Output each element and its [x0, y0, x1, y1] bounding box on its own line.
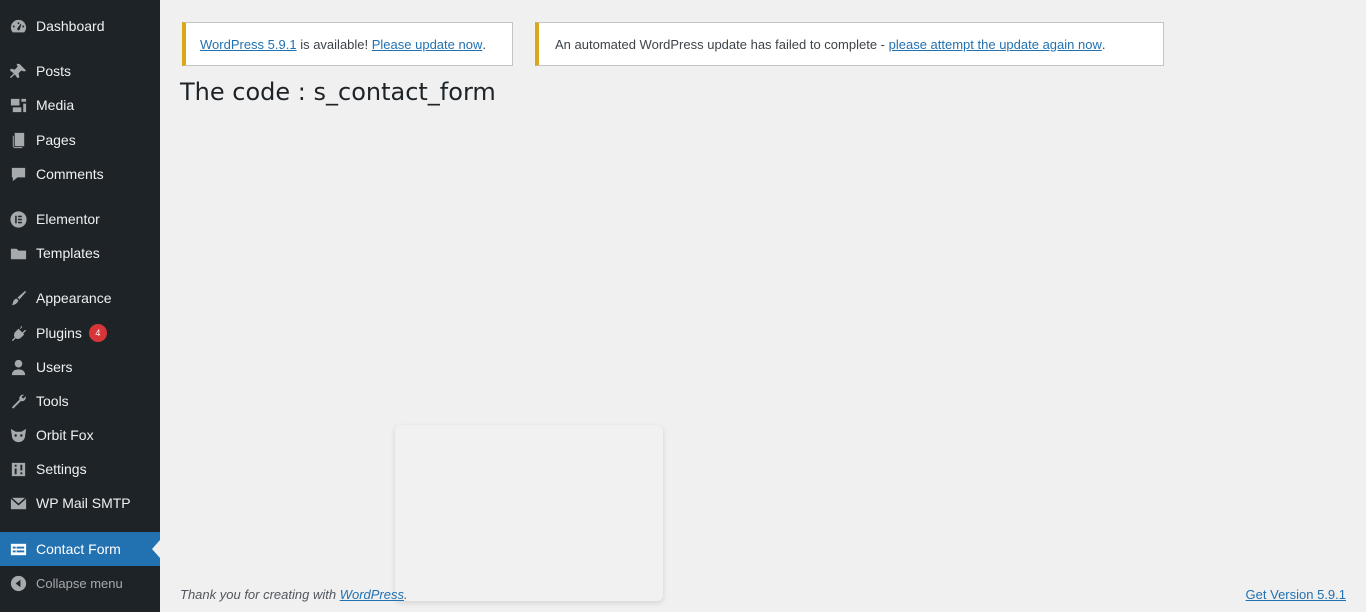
sidebar-item-label: Posts — [36, 63, 72, 79]
page-title: The code : s_contact_form — [180, 78, 496, 106]
sidebar-item-templates[interactable]: Templates — [0, 236, 160, 270]
attempt-update-again-link[interactable]: please attempt the update again now — [889, 37, 1102, 52]
settings-icon — [0, 452, 36, 486]
sidebar-item-comments[interactable]: Comments — [0, 157, 160, 191]
dashboard-icon — [0, 9, 36, 43]
sidebar-item-label: Orbit Fox — [36, 427, 94, 443]
pushpin-icon — [0, 54, 36, 88]
footer-thanks-text: Thank you for creating with — [180, 587, 340, 602]
admin-sidebar: Dashboard Posts Media Pages Comments Ele… — [0, 0, 160, 612]
plugin-icon — [0, 316, 36, 350]
sidebar-item-elementor[interactable]: Elementor — [0, 202, 160, 236]
media-icon — [0, 88, 36, 122]
please-update-now-link[interactable]: Please update now — [372, 37, 483, 52]
sidebar-item-label: Dashboard — [36, 18, 105, 34]
notice-period: . — [482, 36, 486, 52]
paintbrush-icon — [0, 281, 36, 315]
collapse-arrow-icon — [0, 566, 36, 600]
wrench-icon — [0, 384, 36, 418]
sidebar-item-label: Plugins — [36, 325, 82, 341]
sidebar-item-settings[interactable]: Settings — [0, 452, 160, 486]
sidebar-item-label: Media — [36, 97, 75, 113]
elementor-icon — [0, 202, 36, 236]
fox-icon — [0, 418, 36, 452]
update-available-notice: WordPress 5.9.1 is available! Please upd… — [182, 22, 513, 66]
sidebar-item-label: Contact Form — [36, 541, 121, 557]
update-failed-notice: An automated WordPress update has failed… — [535, 22, 1164, 66]
footer-period: . — [404, 587, 408, 602]
sidebar-item-plugins[interactable]: Plugins 4 — [0, 316, 160, 350]
footer-thanks: Thank you for creating with WordPress. — [180, 587, 408, 602]
sidebar-item-wp-mail-smtp[interactable]: WP Mail SMTP — [0, 486, 160, 520]
sidebar-item-media[interactable]: Media — [0, 88, 160, 122]
sidebar-item-label: WP Mail SMTP — [36, 495, 131, 511]
notice-text: is available! — [296, 36, 372, 52]
sidebar-item-label: Comments — [36, 166, 104, 182]
form-icon — [0, 532, 36, 566]
sidebar-item-dashboard[interactable]: Dashboard — [0, 9, 160, 43]
sidebar-item-label: Tools — [36, 393, 69, 409]
sidebar-item-label: Appearance — [36, 290, 112, 306]
folder-icon — [0, 236, 36, 270]
sidebar-item-label: Collapse menu — [36, 575, 123, 591]
wordpress-version-link[interactable]: WordPress 5.9.1 — [200, 37, 297, 52]
pages-icon — [0, 123, 36, 157]
mail-icon — [0, 486, 36, 520]
sidebar-item-appearance[interactable]: Appearance — [0, 281, 160, 315]
wordpress-footer-link[interactable]: WordPress — [340, 587, 404, 602]
get-version-link[interactable]: Get Version 5.9.1 — [1246, 587, 1346, 602]
sidebar-item-posts[interactable]: Posts — [0, 54, 160, 88]
sidebar-item-users[interactable]: Users — [0, 350, 160, 384]
plugin-update-count-badge: 4 — [88, 324, 107, 342]
collapse-menu-button[interactable]: Collapse menu — [0, 566, 160, 600]
sidebar-item-label: Pages — [36, 132, 76, 148]
notice-period: . — [1101, 36, 1106, 52]
comment-icon — [0, 157, 36, 191]
sidebar-item-contact-form[interactable]: Contact Form — [0, 532, 160, 566]
sidebar-item-tools[interactable]: Tools — [0, 384, 160, 418]
notice-text: An automated WordPress update has failed… — [555, 36, 889, 52]
sidebar-item-label: Users — [36, 359, 73, 375]
user-icon — [0, 350, 36, 384]
sidebar-item-label: Templates — [36, 245, 100, 261]
sidebar-item-label: Elementor — [36, 211, 100, 227]
sidebar-item-label: Settings — [36, 461, 87, 477]
sidebar-item-pages[interactable]: Pages — [0, 123, 160, 157]
blank-popup-panel — [395, 425, 663, 601]
sidebar-item-orbit-fox[interactable]: Orbit Fox — [0, 418, 160, 452]
